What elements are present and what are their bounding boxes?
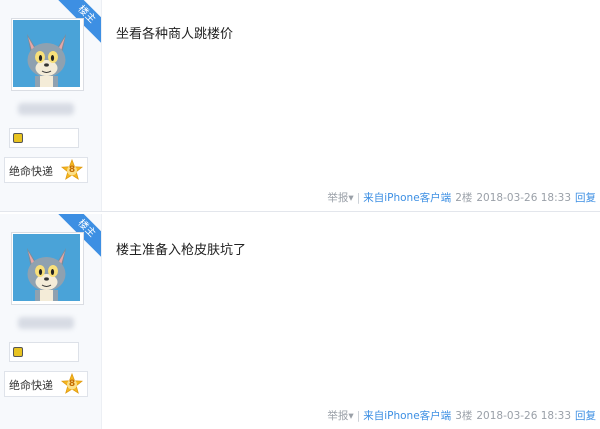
post-time: 2018-03-26 18:33 xyxy=(476,192,571,204)
username-blurred[interactable] xyxy=(18,103,74,115)
avatar[interactable] xyxy=(11,18,84,91)
author-panel: 楼主 绝命快递 8 xyxy=(0,214,102,429)
post-content: 坐看各种商人跳楼价 xyxy=(116,27,234,42)
tom-cat-avatar-icon xyxy=(13,234,80,301)
avatar[interactable] xyxy=(11,232,84,305)
client-source-link[interactable]: 来自iPhone客户端 xyxy=(363,190,451,205)
tom-cat-avatar-icon xyxy=(13,20,80,87)
yellow-gem-icon xyxy=(13,347,23,357)
level-number: 8 xyxy=(68,165,76,175)
post-floor-3: 楼主 绝命快递 8 楼主准备入枪皮肤坑了 举报▾ | 来自iPhone客户端 3… xyxy=(0,214,600,429)
yellow-gem-icon xyxy=(13,133,23,143)
meta-separator: | xyxy=(356,410,361,422)
post-content: 楼主准备入枪皮肤坑了 xyxy=(116,243,247,258)
reply-link[interactable]: 回复 xyxy=(575,190,596,205)
member-title-text: 绝命快递 xyxy=(9,379,53,392)
badge-row[interactable] xyxy=(9,128,79,148)
meta-separator: | xyxy=(356,192,361,204)
post-floor-2: 楼主 绝命快递 8 坐看各种商人跳楼价 举报▾ | 来自iPhone客户端 2楼… xyxy=(0,0,600,212)
post-meta: 举报▾ | 来自iPhone客户端 3楼 2018-03-26 18:33 回复 xyxy=(327,408,596,423)
level-number: 8 xyxy=(68,379,76,389)
report-link[interactable]: 举报▾ xyxy=(327,408,353,423)
floor-number: 3楼 xyxy=(455,410,473,422)
member-title-text: 绝命快递 xyxy=(9,165,53,178)
member-title[interactable]: 绝命快递 8 xyxy=(4,371,88,397)
post-time: 2018-03-26 18:33 xyxy=(476,410,571,422)
reply-link[interactable]: 回复 xyxy=(575,408,596,423)
post-meta: 举报▾ | 来自iPhone客户端 2楼 2018-03-26 18:33 回复 xyxy=(327,190,596,205)
username-blurred[interactable] xyxy=(18,317,74,329)
thread: 楼主 绝命快递 8 坐看各种商人跳楼价 举报▾ | 来自iPhone客户端 2楼… xyxy=(0,0,600,429)
report-link[interactable]: 举报▾ xyxy=(327,190,353,205)
floor-number: 2楼 xyxy=(455,192,473,204)
star-level-icon: 8 xyxy=(60,158,84,181)
client-source-link[interactable]: 来自iPhone客户端 xyxy=(363,408,451,423)
star-level-icon: 8 xyxy=(60,372,84,395)
author-panel: 楼主 绝命快递 8 xyxy=(0,0,102,211)
member-title[interactable]: 绝命快递 8 xyxy=(4,157,88,183)
badge-row[interactable] xyxy=(9,342,79,362)
